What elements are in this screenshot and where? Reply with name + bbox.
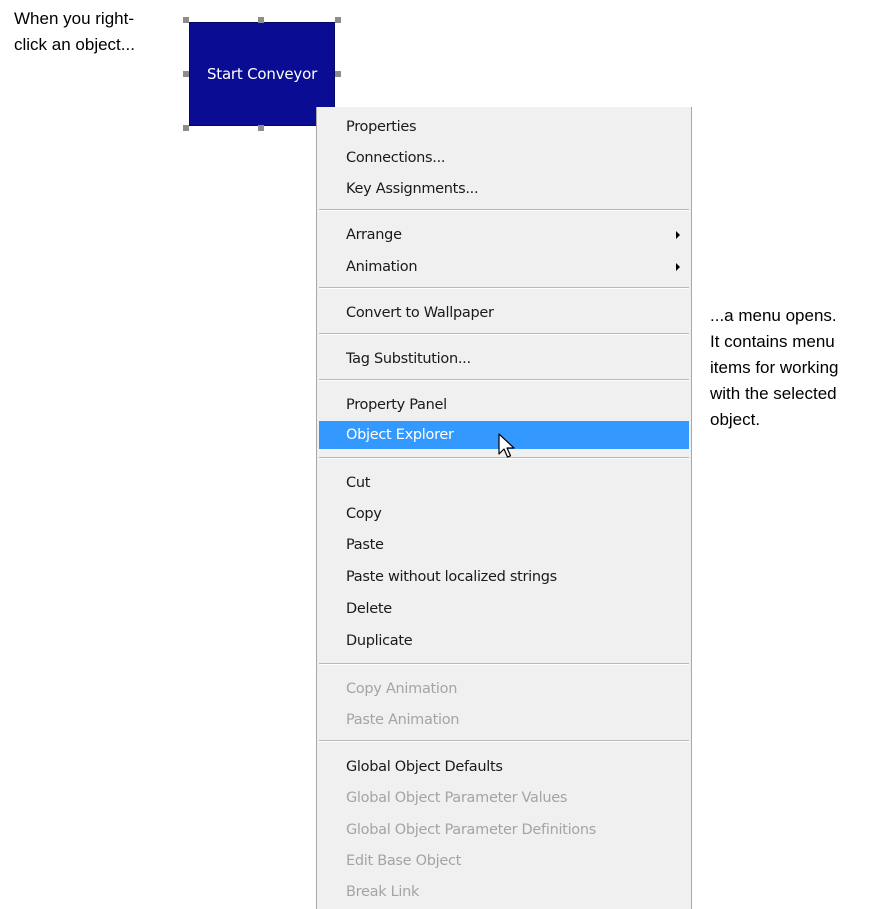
resize-handle-top[interactable] [258, 17, 264, 23]
resize-handle-left[interactable] [183, 71, 189, 77]
menu-separator [319, 663, 689, 665]
menu-item-global-object-defaults[interactable]: Global Object Defaults [319, 753, 689, 781]
menu-item-label: Arrange [346, 227, 402, 243]
mouse-pointer-icon [498, 433, 515, 458]
caption-line: When you right- [14, 9, 134, 28]
menu-item-convert-to-wallpaper[interactable]: Convert to Wallpaper [319, 299, 689, 327]
menu-item-animation[interactable]: Animation [319, 253, 689, 281]
menu-item-copy-animation: Copy Animation [346, 681, 458, 697]
resize-handle-top-right[interactable] [335, 17, 341, 23]
caption-line: It contains menu [710, 332, 835, 351]
menu-item-copy[interactable]: Copy [319, 500, 689, 528]
caption-line: ...a menu opens. [710, 306, 837, 325]
menu-item-delete[interactable]: Delete [319, 595, 689, 623]
menu-item-global-object-parameter-definitions: Global Object Parameter Definitions [346, 822, 597, 838]
caption-line: object. [710, 410, 761, 429]
menu-item-cut[interactable]: Cut [319, 469, 689, 497]
menu-item-arrange[interactable]: Arrange [319, 221, 689, 249]
object-label: Start Conveyor [206, 65, 318, 83]
menu-item-paste-without-localized-strings[interactable]: Paste without localized strings [319, 563, 689, 591]
caption-right-click: When you right- click an object... [14, 6, 174, 58]
menu-item-connections[interactable]: Connections... [319, 144, 689, 172]
context-menu: Properties Connections... Key Assignment… [316, 107, 692, 909]
resize-handle-bottom[interactable] [258, 125, 264, 131]
submenu-arrow-icon [676, 263, 680, 271]
menu-item-global-object-parameter-values: Global Object Parameter Values [346, 790, 568, 806]
menu-item-tag-substitution[interactable]: Tag Substitution... [319, 345, 689, 373]
start-conveyor-button[interactable]: Start Conveyor [189, 22, 335, 126]
menu-separator [319, 209, 689, 211]
menu-item-paste-animation: Paste Animation [346, 712, 460, 728]
menu-separator [319, 287, 689, 289]
caption-line: with the selected [710, 384, 837, 403]
resize-handle-bottom-left[interactable] [183, 125, 189, 131]
menu-item-property-panel[interactable]: Property Panel [319, 391, 689, 419]
resize-handle-right[interactable] [335, 71, 341, 77]
menu-separator [319, 740, 689, 742]
menu-item-duplicate[interactable]: Duplicate [319, 627, 689, 655]
submenu-arrow-icon [676, 231, 680, 239]
menu-item-label: Animation [346, 259, 418, 275]
menu-item-paste[interactable]: Paste [319, 531, 689, 559]
menu-separator [319, 333, 689, 335]
caption-menu-opens: ...a menu opens. It contains menu items … [710, 303, 873, 433]
menu-item-edit-base-object: Edit Base Object [346, 853, 462, 869]
menu-item-key-assignments[interactable]: Key Assignments... [319, 175, 689, 203]
menu-separator [319, 379, 689, 381]
menu-item-properties[interactable]: Properties [319, 113, 689, 141]
caption-line: items for working [710, 358, 839, 377]
resize-handle-top-left[interactable] [183, 17, 189, 23]
caption-line: click an object... [14, 35, 135, 54]
menu-item-break-link: Break Link [346, 884, 420, 900]
